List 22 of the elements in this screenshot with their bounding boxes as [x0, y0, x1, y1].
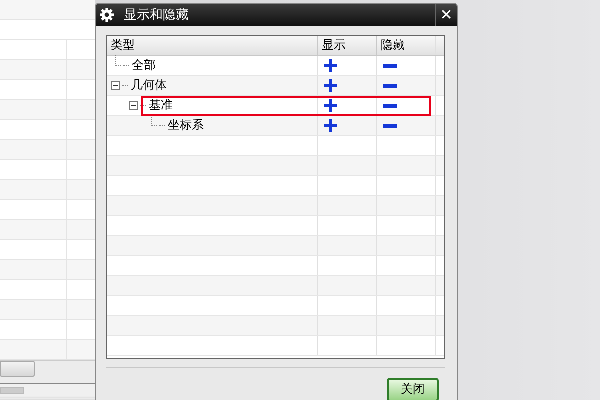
plus-icon[interactable] — [324, 99, 337, 112]
close-button[interactable]: 关闭 — [387, 378, 439, 400]
window-title: 显示和隐藏 — [123, 7, 190, 24]
plus-icon[interactable] — [324, 79, 337, 92]
tree-item[interactable]: 坐标系 — [168, 117, 204, 134]
column-header: 显示 — [322, 37, 346, 54]
plus-icon[interactable] — [324, 119, 337, 132]
collapse-icon[interactable] — [111, 81, 120, 90]
column-header: 隐藏 — [381, 37, 405, 54]
minus-icon[interactable] — [383, 104, 397, 108]
minus-icon[interactable] — [383, 64, 397, 68]
tree-item[interactable]: 全部 — [132, 57, 156, 74]
close-button[interactable]: ✕ — [435, 4, 457, 26]
tree-item[interactable]: 基准 — [149, 97, 173, 114]
settings-icon[interactable] — [100, 8, 114, 22]
scrollbar[interactable] — [0, 383, 95, 396]
minus-icon[interactable] — [383, 124, 397, 128]
tree-item[interactable]: 几何体 — [131, 77, 167, 94]
column-header: 类型 — [111, 37, 135, 54]
minus-icon[interactable] — [383, 84, 397, 88]
collapse-icon[interactable] — [129, 101, 138, 110]
plus-icon[interactable] — [324, 59, 337, 72]
